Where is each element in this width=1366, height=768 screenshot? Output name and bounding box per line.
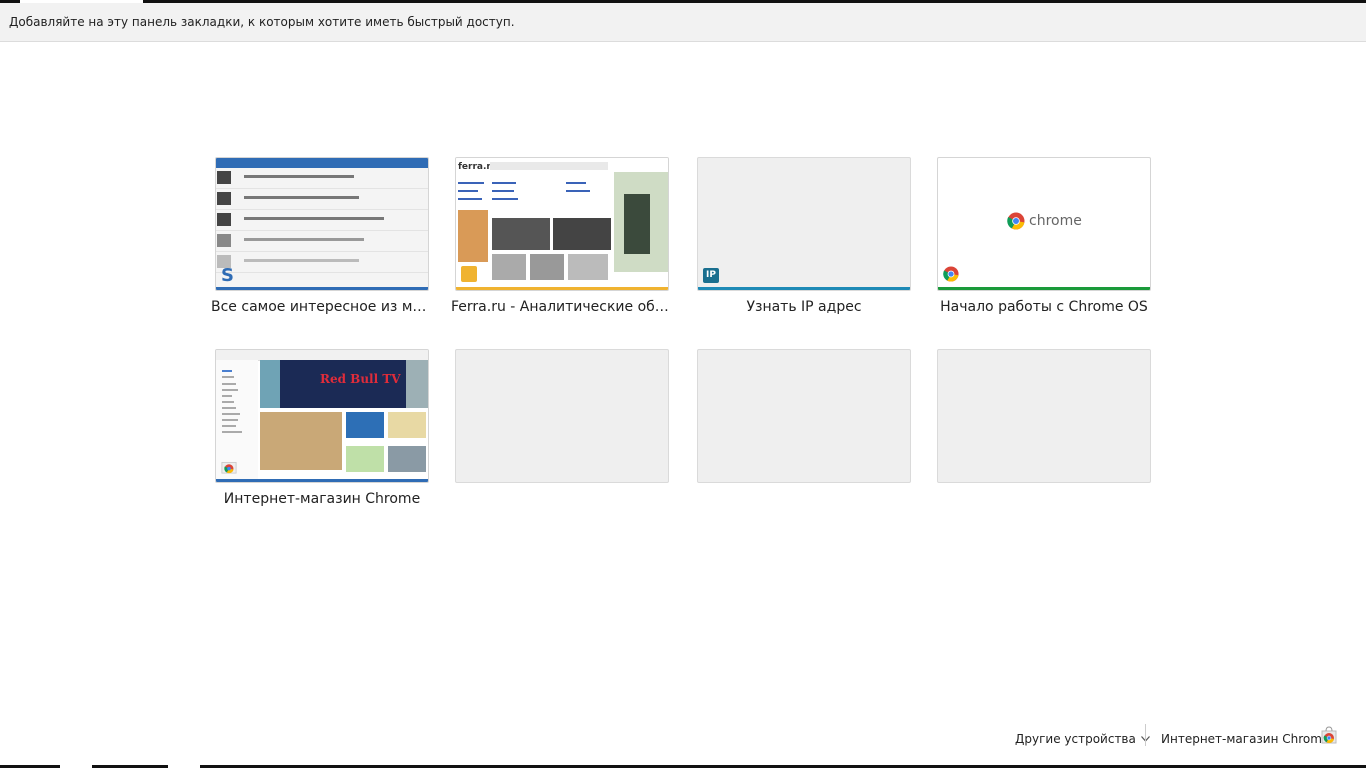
most-visited-grid: S Все самое интересное из ми... ferra.ru <box>0 0 1366 768</box>
most-visited-tile[interactable]: chrome Начало работы с Chrome OS <box>937 157 1151 315</box>
tile-thumbnail[interactable]: S <box>215 157 429 291</box>
ip-badge-icon: IP <box>703 268 719 283</box>
tile-thumbnail[interactable]: ferra.ru <box>455 157 669 291</box>
tile-thumbnail[interactable]: IP <box>697 157 911 291</box>
tile-thumbnail <box>455 349 669 483</box>
footer-divider <box>1145 724 1146 746</box>
webstore-link[interactable]: Интернет-магазин Chrome <box>1161 732 1329 746</box>
tile-title[interactable]: Начало работы с Chrome OS <box>933 299 1155 315</box>
most-visited-tile[interactable]: Red Bull TV Интернет-магазин Chrome <box>215 349 429 507</box>
tile-title[interactable]: Ferra.ru - Аналитические обз... <box>451 299 673 315</box>
chrome-webstore-icon[interactable] <box>1320 726 1338 744</box>
most-visited-tile[interactable]: ferra.ru Ferra.ru - Аналитические обз... <box>451 157 673 315</box>
3dnews-logo-icon: S <box>221 265 234 286</box>
tile-title[interactable]: Все самое интересное из ми... <box>211 299 433 315</box>
most-visited-tile[interactable]: IP Узнать IP адрес <box>697 157 911 315</box>
chrome-webstore-icon <box>221 462 237 474</box>
empty-tile <box>697 349 911 483</box>
chrome-icon <box>943 266 959 282</box>
footer: Другие устройства Интернет-магазин Chrom… <box>0 720 1366 768</box>
tile-thumbnail <box>697 349 911 483</box>
most-visited-tile[interactable]: S Все самое интересное из ми... <box>211 157 433 315</box>
empty-tile <box>937 349 1151 483</box>
tile-thumbnail[interactable]: Red Bull TV <box>215 349 429 483</box>
tile-title[interactable]: Интернет-магазин Chrome <box>211 491 433 507</box>
other-devices-label: Другие устройства <box>1015 732 1136 746</box>
ferra-logo-icon <box>461 266 477 282</box>
other-devices-menu[interactable]: Другие устройства <box>1015 732 1150 746</box>
tile-thumbnail[interactable]: chrome <box>937 157 1151 291</box>
tile-thumbnail <box>937 349 1151 483</box>
chrome-icon <box>1007 212 1025 230</box>
empty-tile <box>455 349 669 483</box>
chrome-logo: chrome <box>1007 212 1082 230</box>
tile-title[interactable]: Узнать IP адрес <box>693 299 915 315</box>
